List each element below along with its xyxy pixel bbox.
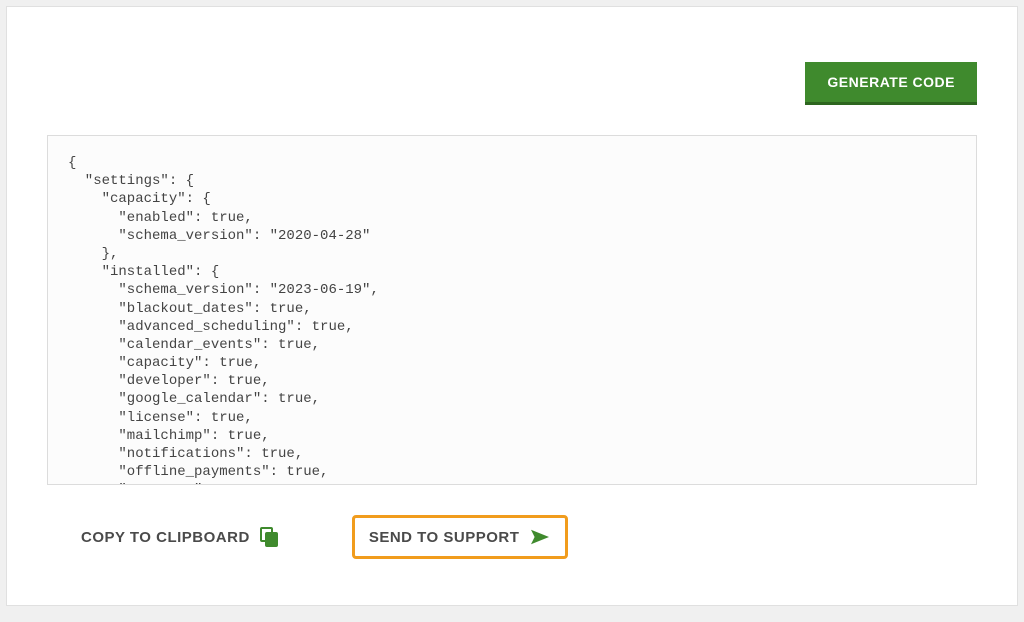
page: GENERATE CODE { "settings": { "capacity"… [0,0,1024,622]
send-to-support-button[interactable]: SEND TO SUPPORT [352,515,569,559]
generate-code-button[interactable]: GENERATE CODE [805,62,977,105]
top-row: GENERATE CODE [47,7,977,135]
code-output[interactable]: { "settings": { "capacity": { "enabled":… [47,135,977,485]
copy-icon [260,527,278,547]
send-label: SEND TO SUPPORT [369,529,520,546]
code-text: { "settings": { "capacity": { "enabled":… [68,154,956,485]
code-output-wrap: { "settings": { "capacity": { "enabled":… [47,135,977,485]
panel: GENERATE CODE { "settings": { "capacity"… [6,6,1018,606]
bottom-row: COPY TO CLIPBOARD SEND TO SUPPORT [47,485,977,559]
copy-to-clipboard-button[interactable]: COPY TO CLIPBOARD [67,517,292,557]
send-icon [529,528,551,546]
copy-label: COPY TO CLIPBOARD [81,529,250,546]
